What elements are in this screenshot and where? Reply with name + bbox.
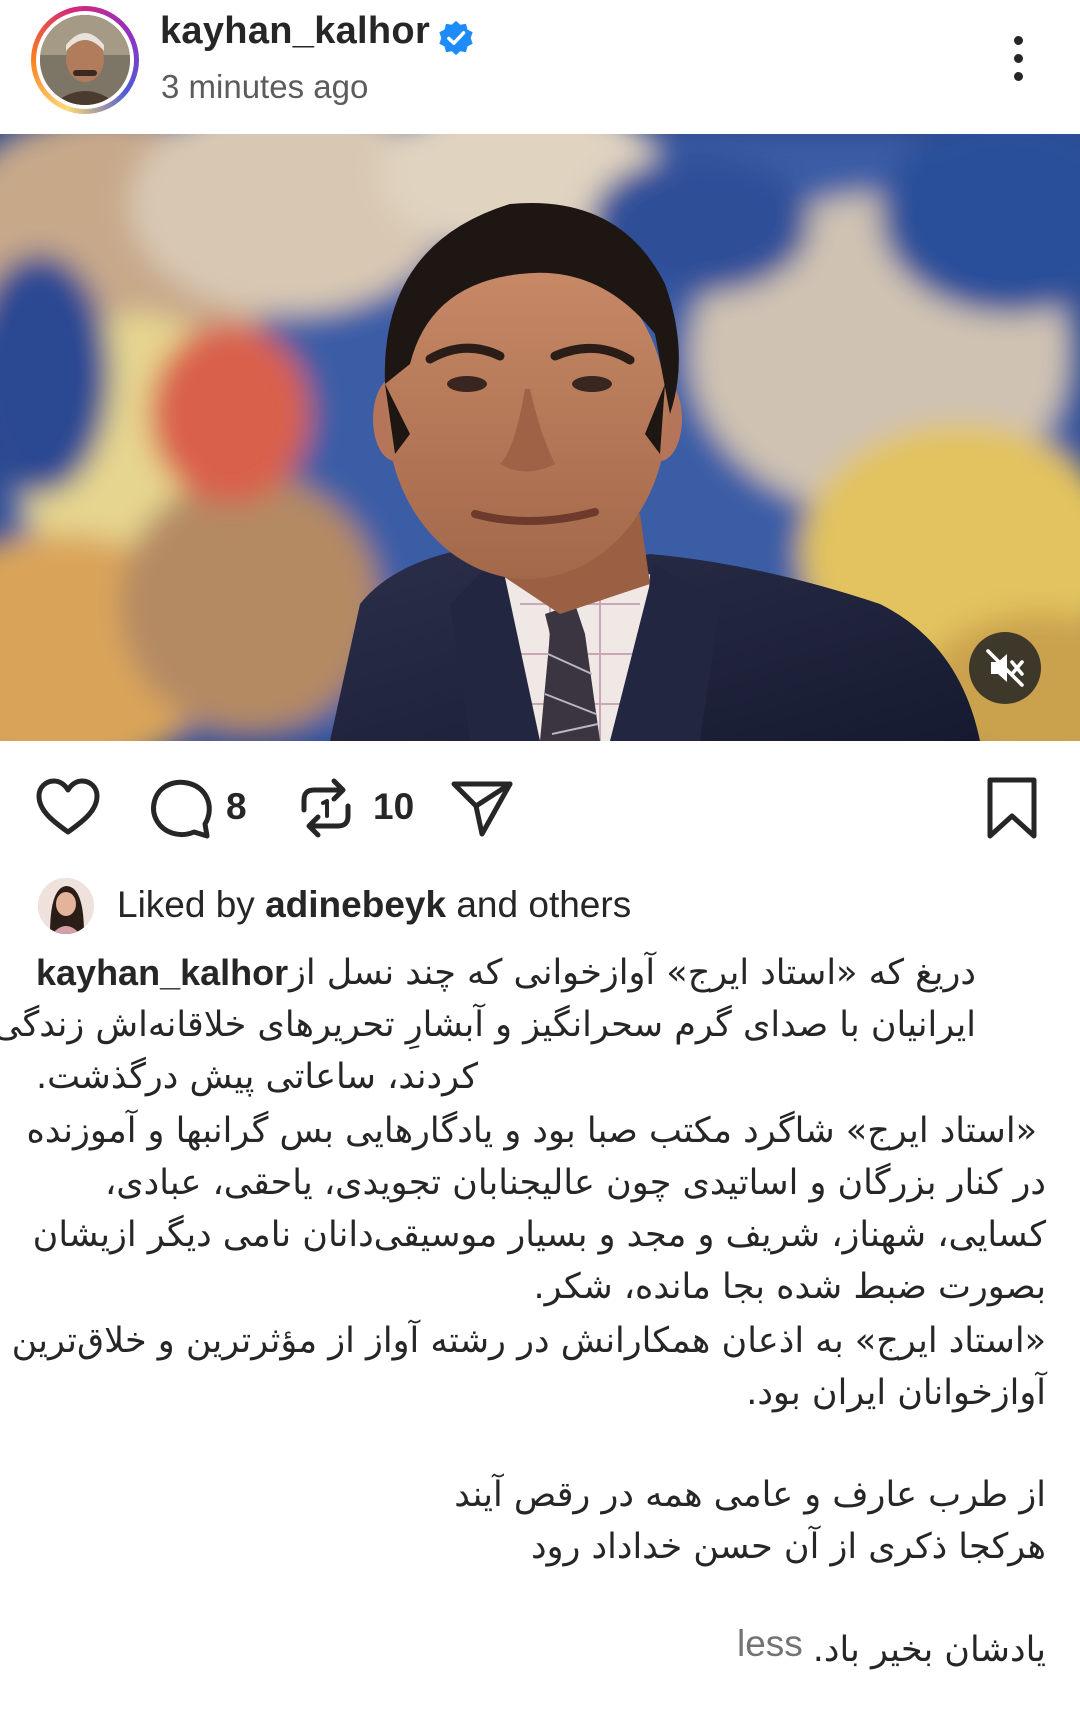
post-media[interactable] — [0, 134, 1080, 741]
send-icon[interactable] — [446, 772, 518, 844]
caption-line: کردند، ساعاتی پیش درگذشت. — [36, 1057, 479, 1097]
caption-line: در کنار بزرگان و اساتیدی چون عالیجنابان … — [104, 1163, 1046, 1203]
bookmark-icon[interactable] — [976, 772, 1048, 844]
caption-line: دریغ که «استاد ایرج» آوازخوانی که چند نس… — [288, 953, 976, 993]
caption-line: کسایی، شهناز، شریف و مجد و بسیار موسیقی‌… — [32, 1215, 1046, 1255]
more-vertical-icon[interactable] — [1000, 30, 1036, 90]
post-timestamp: 3 minutes ago — [161, 68, 369, 105]
repost-count[interactable]: 10 — [373, 786, 414, 828]
story-ring[interactable] — [31, 6, 139, 114]
caption-line: «استاد ایرج» شاگرد مکتب صبا بود و یادگار… — [26, 1111, 1037, 1151]
avatar[interactable] — [40, 15, 130, 105]
caption-line: هرکجا ذکری از آن حسن خداداد رود — [531, 1527, 1046, 1567]
liked-by-user[interactable]: adinebeyk — [265, 884, 446, 925]
comment-icon[interactable] — [145, 772, 217, 844]
less-link[interactable]: less — [737, 1623, 803, 1665]
liked-by-avatar[interactable] — [38, 878, 94, 934]
post-photo — [0, 134, 1080, 741]
liked-by-prefix: Liked by — [117, 884, 255, 925]
verified-badge-icon — [439, 20, 473, 56]
post-header: kayhan_kalhor 3 minutes ago — [0, 0, 1080, 134]
post-username[interactable]: kayhan_kalhor — [160, 10, 430, 53]
caption-line: از طرب عارف و عامی همه در رقص آیند — [454, 1475, 1046, 1515]
repost-icon[interactable] — [290, 772, 362, 844]
caption-username[interactable]: kayhan_kalhor — [36, 952, 288, 994]
action-bar: 8 10 — [0, 760, 1080, 850]
caption-line: یادشان بخیر باد. — [812, 1630, 1046, 1670]
muted-speaker-icon[interactable] — [969, 632, 1041, 704]
liked-by-suffix: and others — [456, 884, 632, 925]
caption-line: آوازخوانان ایران بود. — [746, 1373, 1046, 1413]
caption-line: «استاد ایرج» به اذعان همکارانش در رشته آ… — [11, 1321, 1046, 1361]
caption-line: ایرانیان با صدای گرم سحرانگیز و آبشارِ ت… — [0, 1005, 976, 1045]
liked-by-text[interactable]: Liked by adinebeyk and others — [117, 884, 631, 926]
caption-line: بصورت ضبط شده بجا مانده، شکر. — [533, 1267, 1046, 1307]
comment-count[interactable]: 8 — [226, 786, 247, 828]
heart-icon[interactable] — [32, 772, 104, 844]
avatar-frame — [36, 11, 134, 109]
